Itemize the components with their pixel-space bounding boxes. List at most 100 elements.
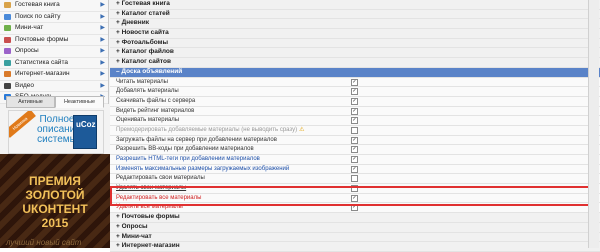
- perm-checkbox[interactable]: ✓: [351, 117, 358, 125]
- search-icon: [4, 13, 11, 20]
- perm-checkbox[interactable]: ✓: [351, 136, 358, 144]
- chevron-right-icon: ▶: [100, 36, 105, 43]
- nav-item-minichat[interactable]: Мини-чат ▶: [0, 23, 108, 35]
- perm-checkbox[interactable]: ✓: [351, 78, 358, 86]
- perm-edit-own: Редактировать свои материалы: [110, 174, 600, 185]
- perm-label: Читать материалы: [116, 78, 168, 85]
- perm-label: Скачивать файлы с сервера: [116, 97, 196, 104]
- perm-add: Добавлять материалы ✓: [110, 87, 600, 97]
- section-sites[interactable]: + Каталог сайтов: [110, 58, 600, 68]
- perm-checkbox[interactable]: ✓: [351, 156, 358, 163]
- perm-label: Добавлять материалы: [116, 88, 179, 95]
- box-brand: uCoz: [76, 120, 96, 129]
- scrollbar[interactable]: [588, 0, 599, 248]
- perm-label: Разрешить BB-коды при добавлении материа…: [116, 146, 254, 153]
- perm-checkbox[interactable]: [351, 175, 358, 183]
- perm-checkbox[interactable]: [351, 185, 358, 193]
- perm-bbcode: Разрешить BB-коды при добавлении материа…: [110, 145, 600, 155]
- promo-banner-description[interactable]: Новинка Полное описание системы uCoz: [8, 110, 104, 154]
- perm-upload: Загружать файлы на сервер при добавлении…: [110, 135, 600, 146]
- perm-label: Оценивать материалы: [116, 117, 180, 124]
- nav-item-label: Видео: [15, 81, 34, 89]
- video-icon: [4, 82, 11, 89]
- perm-checkbox[interactable]: ✓: [351, 146, 358, 154]
- nav-item-stats[interactable]: Статистика сайта ▶: [0, 58, 108, 69]
- banner-ribbon: Новинка: [9, 111, 36, 138]
- promo-banner-award[interactable]: ПРЕМИЯ ЗОЛОТОЙ UКОНТЕНТ 2015 лучший новы…: [0, 154, 110, 248]
- perm-delete-own: Удалять свои материалы: [110, 184, 600, 194]
- perm-image-size: Изменять максимальные размеры загружаемы…: [110, 164, 600, 175]
- mail-icon: [4, 36, 11, 43]
- section-shop[interactable]: + Интернет-магазин: [110, 242, 600, 252]
- perm-label: Редактировать свои материалы: [116, 175, 205, 182]
- section-guestbook[interactable]: + Гостевая книга: [110, 0, 600, 10]
- perm-premoderate: Премодерировать добавляемые материалы (н…: [110, 125, 600, 136]
- sidebar: Гостевая книга ▶ Поиск по сайту ▶ Мини-чат…: [0, 0, 110, 248]
- chevron-right-icon: ▶: [100, 82, 105, 89]
- perm-checkbox[interactable]: ✓: [351, 194, 358, 202]
- perm-read: Читать материалы ✓: [110, 77, 600, 88]
- poll-icon: [4, 48, 11, 54]
- nav-item-mailforms[interactable]: Почтовые формы ▶: [0, 35, 108, 46]
- perm-label[interactable]: Удалять свои материалы: [116, 185, 186, 191]
- nav-item-video[interactable]: Видео ▶: [0, 81, 108, 92]
- perm-rate: Оценивать материалы ✓: [110, 116, 600, 126]
- nav-item-label: Статистика сайта: [15, 58, 68, 66]
- award-line: UКОНТЕНТ: [22, 202, 88, 216]
- nav-item-shop[interactable]: Интернет-магазин ▶: [0, 69, 108, 81]
- chevron-right-icon: ▶: [100, 48, 105, 54]
- section-files[interactable]: + Каталог файлов: [110, 48, 600, 59]
- module-nav: Гостевая книга ▶ Поиск по сайту ▶ Мини-чат…: [0, 0, 109, 104]
- chevron-right-icon: ▶: [100, 59, 105, 66]
- tab-inactive[interactable]: Неактивные: [55, 96, 104, 108]
- nav-item-label: Поиск по сайту: [15, 12, 61, 20]
- perm-checkbox[interactable]: ✓: [351, 204, 358, 212]
- perm-label: Разрешить HTML-теги при добавлении матер…: [116, 156, 260, 162]
- perm-download: Скачивать файлы с сервера ✓: [110, 96, 600, 107]
- perm-label: Удалять все материалы: [116, 204, 183, 211]
- nav-item-polls[interactable]: Опросы ▶: [0, 46, 108, 58]
- stats-icon: [4, 59, 11, 66]
- perm-edit-all: Редактировать все материалы ✓: [110, 193, 600, 204]
- book-box-icon: uCoz: [73, 115, 97, 149]
- nav-item-label: Интернет-магазин: [15, 70, 70, 77]
- perm-html: Разрешить HTML-теги при добавлении матер…: [110, 155, 600, 165]
- section-articles[interactable]: + Каталог статей: [110, 9, 600, 20]
- perm-checkbox[interactable]: [351, 126, 358, 134]
- perm-delete-all: Удалять все материалы ✓: [110, 203, 600, 214]
- section-polls[interactable]: + Опросы: [110, 222, 600, 233]
- chat-icon: [4, 25, 11, 31]
- section-board-open[interactable]: – Доска объявлений: [110, 67, 600, 78]
- nav-item-label: Опросы: [15, 47, 39, 54]
- section-diary[interactable]: + Дневник: [110, 19, 600, 30]
- nav-item-label: Почтовые формы: [15, 35, 69, 43]
- section-photo[interactable]: + Фотоальбомы: [110, 38, 600, 49]
- chevron-right-icon: ▶: [100, 13, 105, 20]
- nav-item-search[interactable]: Поиск по сайту ▶: [0, 12, 108, 23]
- permissions-panel: + Гостевая книга + Каталог статей + Днев…: [110, 0, 600, 252]
- perm-label: Редактировать все материалы: [116, 194, 202, 201]
- award-line: 2015: [41, 216, 69, 230]
- perm-checkbox[interactable]: ✓: [351, 88, 358, 96]
- chevron-right-icon: ▶: [100, 2, 105, 8]
- tab-active[interactable]: Активные: [6, 96, 55, 108]
- perm-checkbox[interactable]: ✓: [351, 165, 358, 173]
- module-tabs: Активные Неактивные: [6, 96, 104, 108]
- section-mailforms[interactable]: + Почтовые формы: [110, 213, 600, 223]
- section-news[interactable]: + Новости сайта: [110, 29, 600, 39]
- chevron-right-icon: ▶: [100, 25, 105, 31]
- award-line: ЗОЛОТОЙ: [25, 188, 85, 202]
- nav-item-guestbook[interactable]: Гостевая книга ▶: [0, 0, 108, 12]
- shop-icon: [4, 71, 11, 77]
- book-icon: [4, 2, 11, 8]
- perm-label: Загружать файлы на сервер при добавлении…: [116, 136, 277, 143]
- perm-checkbox[interactable]: ✓: [351, 97, 358, 105]
- banner-line: системы: [37, 134, 77, 145]
- section-minichat[interactable]: + Мини-чат: [110, 232, 600, 243]
- perm-see-rating: Видеть рейтинг материалов ✓: [110, 106, 600, 117]
- banner-text: Полное описание системы: [37, 115, 81, 145]
- perm-checkbox[interactable]: ✓: [351, 107, 358, 115]
- nav-item-label: Гостевая книга: [15, 1, 60, 8]
- warning-icon: ⚠: [299, 126, 305, 133]
- chevron-right-icon: ▶: [100, 71, 105, 77]
